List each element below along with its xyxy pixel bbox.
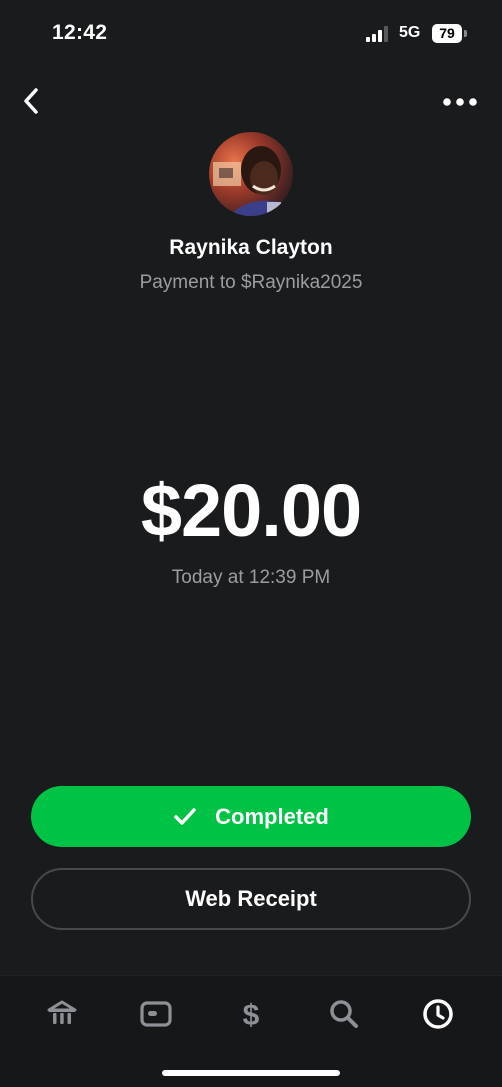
battery-nub	[464, 30, 467, 37]
status-bar: 12:42 5G 79	[0, 0, 502, 66]
payment-detail-screen: 12:42 5G 79 Raynika Clayton Payment to $…	[0, 0, 502, 1087]
status-time: 12:42	[52, 21, 108, 44]
back-button[interactable]	[14, 84, 48, 118]
web-receipt-label: Web Receipt	[185, 886, 317, 911]
completed-label: Completed	[215, 803, 329, 829]
card-icon	[140, 1001, 172, 1027]
tab-search[interactable]	[322, 992, 366, 1036]
svg-text:$: $	[243, 999, 260, 1030]
ellipsis-icon	[443, 98, 477, 106]
clock-icon	[423, 999, 453, 1029]
payment-subtitle: Payment to $Raynika2025	[139, 272, 363, 293]
tab-activity[interactable]	[416, 992, 460, 1036]
battery-icon: 79	[432, 24, 468, 43]
network-label: 5G	[399, 24, 421, 41]
dollar-icon: $	[243, 999, 260, 1030]
chevron-left-icon	[24, 88, 38, 114]
more-options-button[interactable]	[440, 88, 480, 116]
checkmark-icon	[174, 807, 196, 825]
payment-amount: $20.00	[140, 469, 362, 552]
web-receipt-button[interactable]: Web Receipt	[31, 868, 471, 930]
completed-status-button[interactable]: Completed	[31, 786, 471, 847]
tab-bar: $	[0, 975, 502, 1087]
tab-card[interactable]	[134, 992, 178, 1036]
avatar-photo	[209, 132, 293, 216]
tab-money[interactable]: $	[229, 992, 273, 1036]
signal-icon	[366, 26, 388, 42]
home-indicator[interactable]	[162, 1070, 340, 1076]
recipient-name: Raynika Clayton	[169, 236, 333, 259]
search-icon	[330, 1000, 358, 1028]
tab-banking[interactable]	[40, 992, 84, 1036]
bank-icon	[47, 1000, 77, 1024]
battery-level: 79	[432, 24, 462, 43]
payment-timestamp: Today at 12:39 PM	[171, 567, 331, 588]
avatar[interactable]	[209, 132, 293, 216]
